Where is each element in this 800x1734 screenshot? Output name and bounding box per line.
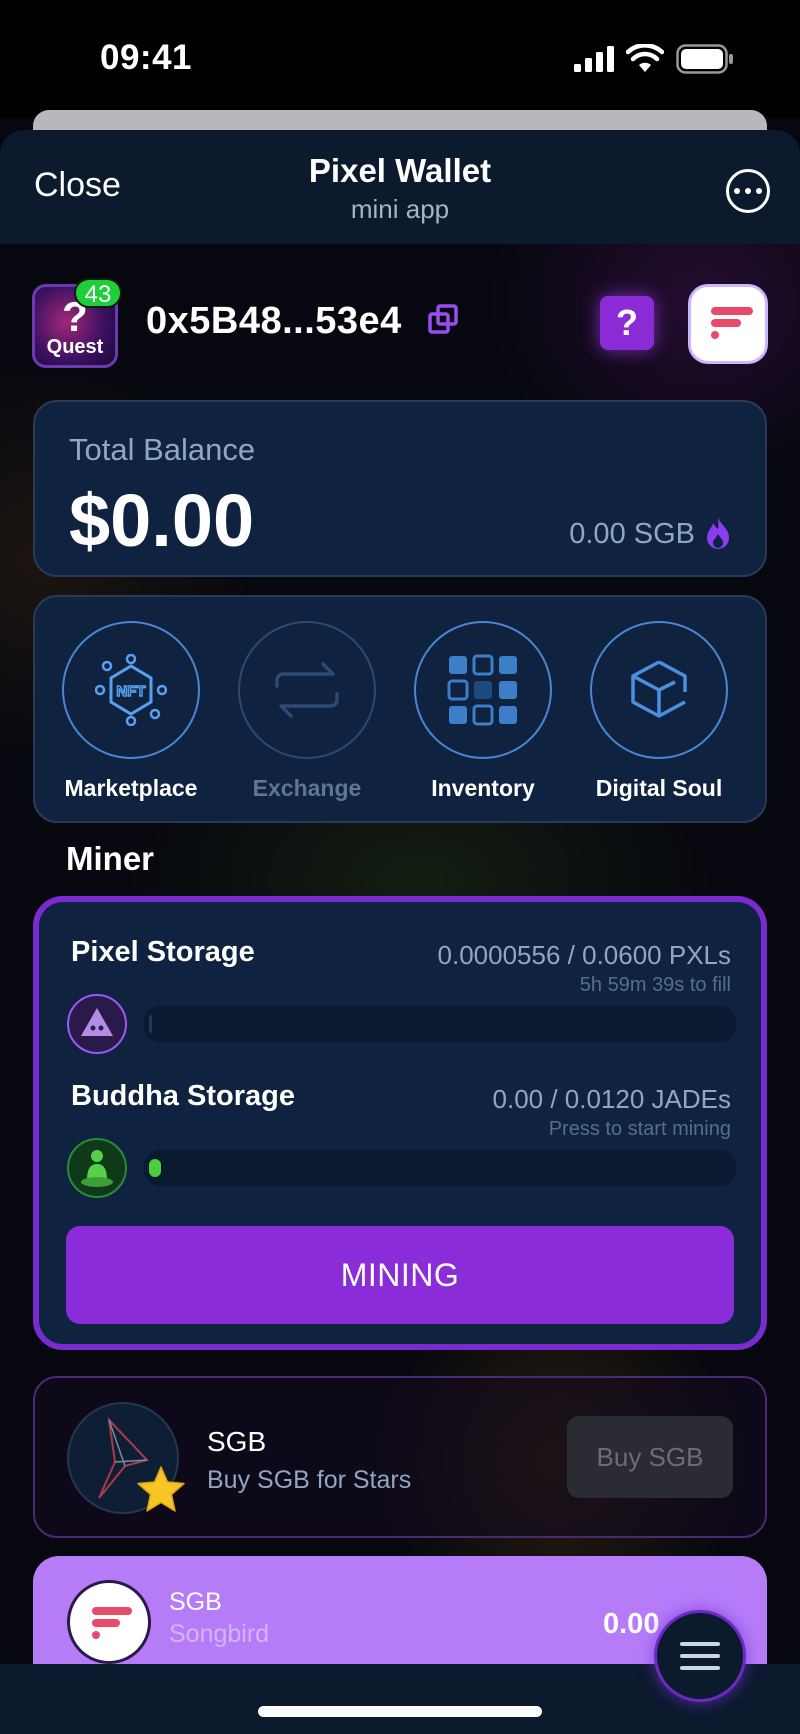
mini-app-header: Close Pixel Wallet mini app	[0, 130, 800, 244]
more-options-button[interactable]	[726, 169, 770, 213]
exchange-ring	[238, 621, 376, 759]
flame-icon	[707, 517, 729, 549]
buddha-mascot-icon	[67, 1138, 127, 1198]
exchange-icon	[275, 662, 339, 718]
cube-icon	[631, 660, 687, 718]
token-logo	[67, 1580, 151, 1664]
buddha-storage-hint: Press to start mining	[548, 1118, 731, 1140]
flare-logo-icon	[711, 307, 753, 339]
balance-sgb: 0.00 SGB	[569, 518, 695, 550]
pixel-storage-fill	[149, 1015, 152, 1033]
sgb-promo-name: SGB	[207, 1426, 267, 1457]
buy-sgb-card: SGB Buy SGB for Stars Buy SGB	[33, 1376, 767, 1538]
token-name: SGB	[169, 1588, 222, 1616]
balance-label: Total Balance	[69, 432, 256, 467]
wallet-address: 0x5B48...53e4	[146, 300, 402, 342]
marketplace-ring: NFT	[62, 621, 200, 759]
profile-avatar[interactable]	[688, 284, 768, 364]
flare-logo-icon	[92, 1607, 132, 1639]
wifi-icon	[626, 44, 664, 72]
quest-label: Quest	[46, 336, 104, 358]
app-subtitle: mini app	[350, 194, 450, 224]
digital-soul-label: Digital Soul	[595, 775, 723, 801]
marketplace-button[interactable]: NFT Marketplace	[61, 621, 201, 802]
inventory-ring	[414, 621, 552, 759]
status-time: 09:41	[100, 38, 193, 77]
balance-value: $0.00	[69, 479, 255, 562]
quick-actions-card: NFT Marketplace Exchange Inventory Digit…	[33, 595, 767, 823]
nft-icon: NFT	[95, 654, 167, 726]
menu-line-icon	[680, 1666, 720, 1670]
buy-sgb-button[interactable]: Buy SGB	[567, 1416, 733, 1498]
buddha-storage-progress	[143, 1150, 737, 1186]
buddha-storage-value: 0.00 / 0.0120 JADEs	[492, 1084, 731, 1114]
sgb-promo-desc: Buy SGB for Stars	[207, 1466, 412, 1494]
home-indicator[interactable]	[258, 1706, 542, 1717]
exchange-label: Exchange	[252, 775, 362, 801]
star-icon	[137, 1466, 185, 1512]
inventory-label: Inventory	[431, 775, 535, 801]
buddha-storage-fill	[149, 1159, 161, 1177]
status-bar: 09:41	[0, 0, 800, 118]
dot-icon	[756, 188, 762, 194]
pixel-storage-hint: 5h 59m 39s to fill	[579, 974, 731, 996]
digital-soul-ring	[590, 621, 728, 759]
marketplace-label: Marketplace	[64, 775, 198, 801]
pixel-mascot-icon	[67, 994, 127, 1054]
copy-icon[interactable]	[428, 304, 458, 334]
menu-line-icon	[680, 1654, 720, 1658]
dot-icon	[745, 188, 751, 194]
pixel-triangle-icon	[81, 1008, 113, 1036]
battery-icon	[676, 44, 733, 74]
cellular-signal-icon	[574, 46, 614, 72]
pixel-storage-progress	[143, 1006, 737, 1042]
pixel-storage-value: 0.0000556 / 0.0600 PXLs	[437, 940, 731, 970]
token-subtitle: Songbird	[169, 1620, 270, 1648]
menu-fab-button[interactable]	[654, 1610, 746, 1702]
digital-soul-button[interactable]: Digital Soul	[589, 621, 729, 802]
inventory-button[interactable]: Inventory	[413, 621, 553, 802]
buddha-storage-name: Buddha Storage	[71, 1080, 295, 1112]
exchange-button[interactable]: Exchange	[237, 621, 377, 802]
menu-line-icon	[680, 1642, 720, 1646]
help-book-icon[interactable]: ?	[600, 296, 654, 350]
miner-section-title: Miner	[66, 840, 155, 877]
dot-icon	[734, 188, 740, 194]
token-amount: 0.00	[603, 1608, 660, 1640]
miner-card: Pixel Storage 0.0000556 / 0.0600 PXLs 5h…	[33, 896, 767, 1350]
app-title: Pixel Wallet	[308, 152, 492, 189]
buddha-icon	[81, 1150, 113, 1187]
grid-icon	[447, 654, 517, 726]
pixel-storage-name: Pixel Storage	[71, 936, 255, 968]
svg-text:NFT: NFT	[116, 683, 145, 700]
mining-button[interactable]: MINING	[66, 1226, 734, 1324]
quest-count-badge: 43	[74, 278, 122, 308]
balance-card: Total Balance $0.00 0.00 SGB	[33, 400, 767, 577]
